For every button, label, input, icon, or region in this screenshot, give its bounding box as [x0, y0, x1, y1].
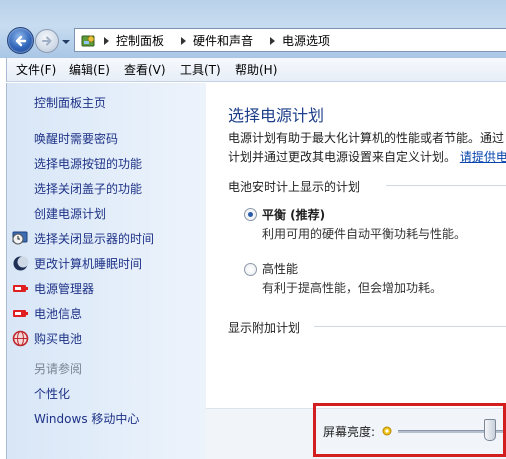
help-link[interactable]: 请提供电: [460, 150, 506, 164]
plan-balanced-name[interactable]: 平衡 (推荐): [262, 206, 325, 223]
sidebar-item-lid-close[interactable]: 选择关闭盖子的功能: [34, 180, 142, 198]
section-divider: [314, 326, 506, 327]
brightness-label: 屏幕亮度:: [323, 425, 376, 439]
sidebar-item-battery-info[interactable]: 电池信息: [34, 305, 82, 323]
breadcrumb-hardware-sound[interactable]: 硬件和声音: [193, 33, 253, 49]
menu-edit[interactable]: 编辑(E): [69, 62, 110, 78]
sidebar-item-create-plan[interactable]: 创建电源计划: [34, 205, 106, 223]
sidebar-item-wake-password[interactable]: 唤醒时需要密码: [34, 130, 118, 148]
battery-red-icon: [12, 280, 29, 297]
brightness-slider-thumb[interactable]: [483, 419, 496, 441]
menu-bar: 文件(F) 编辑(E) 查看(V) 工具(T) 帮助(H): [6, 58, 506, 82]
forward-button[interactable]: [35, 29, 59, 53]
description-line-2-text: 计划并通过更改其电源设置来自定义计划。: [228, 150, 457, 164]
plan-balanced-radio[interactable]: [244, 208, 257, 221]
breadcrumb-control-panel[interactable]: 控制面板: [116, 33, 164, 49]
section-divider: [386, 185, 506, 186]
breadcrumb-separator-icon: [104, 37, 109, 45]
sidebar-item-personalization[interactable]: 个性化: [34, 385, 70, 403]
brightness-sun-icon: [380, 424, 394, 438]
menu-file[interactable]: 文件(F): [16, 62, 56, 78]
see-also-heading: 另请参阅: [34, 362, 83, 376]
control-panel-icon: [80, 32, 98, 50]
address-bar[interactable]: 控制面板 硬件和声音 电源选项: [74, 28, 506, 52]
control-panel-home-link[interactable]: 控制面板主页: [34, 94, 106, 112]
plan-high-performance-name[interactable]: 高性能: [262, 260, 298, 277]
menu-help[interactable]: 帮助(H): [235, 62, 277, 78]
menu-view[interactable]: 查看(V): [124, 62, 166, 78]
battery-red-icon: [12, 305, 29, 322]
description-line-2: 计划并通过更改其电源设置来自定义计划。 请提供电: [228, 148, 506, 167]
arrow-right-icon: [42, 36, 52, 46]
chevron-down-icon: [62, 40, 70, 44]
page-description: 电源计划有助于最大化计算机的性能或者节能。通过 计划并通过更改其电源设置来自定义…: [228, 129, 506, 167]
breadcrumb-power-options[interactable]: 电源选项: [282, 33, 330, 49]
page-title: 选择电源计划: [228, 106, 325, 125]
main-content: 选择电源计划 电源计划有助于最大化计算机的性能或者节能。通过 计划并通过更改其电…: [206, 83, 506, 459]
back-button[interactable]: [7, 27, 34, 54]
arrow-left-icon: [15, 35, 27, 47]
sidebar-item-power-manager[interactable]: 电源管理器: [34, 280, 94, 298]
sidebar-item-mobility-center[interactable]: Windows 移动中心: [34, 410, 139, 428]
title-bar: 控制面板 硬件和声音 电源选项: [0, 0, 506, 58]
plan-high-performance-description: 有利于提高性能，但会增加功耗。: [262, 281, 443, 295]
description-line-1: 电源计划有助于最大化计算机的性能或者节能。通过: [228, 131, 505, 145]
globe-icon: [12, 330, 29, 347]
breadcrumb-separator-icon: [181, 37, 186, 45]
sidebar-item-power-button[interactable]: 选择电源按钮的功能: [34, 155, 142, 173]
show-additional-plans[interactable]: 显示附加计划: [228, 319, 300, 336]
recent-pages-dropdown[interactable]: [61, 36, 71, 46]
plan-high-performance-radio[interactable]: [244, 263, 257, 276]
menu-tools[interactable]: 工具(T): [180, 62, 221, 78]
sidebar-item-buy-battery[interactable]: 购买电池: [34, 330, 82, 348]
display-clock-icon: [12, 230, 29, 247]
section-battery-meter-plans: 电池安时计上显示的计划: [228, 180, 361, 194]
plan-balanced-description: 利用可用的硬件自动平衡功耗与性能。: [262, 227, 467, 241]
task-pane: 控制面板主页 唤醒时需要密码 选择电源按钮的功能 选择关闭盖子的功能 创建电源计…: [6, 83, 206, 459]
sidebar-item-sleep-time[interactable]: 更改计算机睡眠时间: [34, 255, 142, 273]
breadcrumb-separator-icon: [270, 37, 275, 45]
moon-icon: [12, 255, 29, 272]
sidebar-item-display-off[interactable]: 选择关闭显示器的时间: [34, 230, 154, 248]
